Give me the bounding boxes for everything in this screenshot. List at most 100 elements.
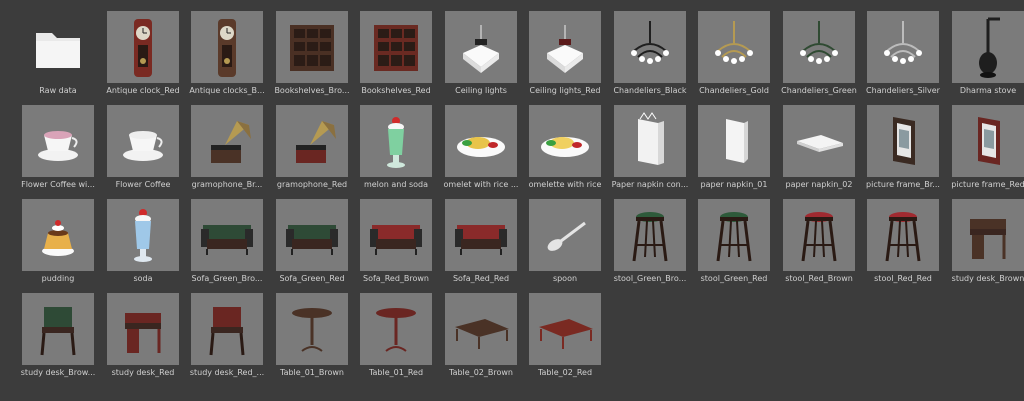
asset-thumbnail[interactable]: [614, 11, 686, 83]
asset-thumbnail[interactable]: [698, 199, 770, 271]
stool-icon: [867, 199, 939, 271]
asset-item[interactable]: stool_Green_Bro...: [612, 199, 694, 289]
asset-thumbnail[interactable]: [445, 11, 517, 83]
asset-item[interactable]: gramophone_Red: [274, 105, 356, 195]
asset-thumbnail[interactable]: [445, 105, 517, 177]
asset-thumbnail[interactable]: [952, 105, 1024, 177]
asset-item[interactable]: Sofa_Green_Red: [274, 199, 356, 289]
asset-label: picture frame_Red: [951, 180, 1024, 189]
asset-item[interactable]: Bookshelves_Bro...: [274, 11, 356, 101]
asset-item[interactable]: stool_Red_Red: [865, 199, 947, 289]
asset-item[interactable]: omelette with rice: [527, 105, 609, 195]
asset-item[interactable]: Chandeliers_Gold: [696, 11, 778, 101]
asset-item[interactable]: study desk_Brown: [950, 199, 1024, 289]
asset-item[interactable]: spoon: [527, 199, 609, 289]
asset-thumbnail[interactable]: [191, 11, 263, 83]
asset-item[interactable]: Antique clock_Red: [105, 11, 187, 101]
asset-thumbnail[interactable]: [445, 293, 517, 365]
asset-thumbnail[interactable]: [107, 105, 179, 177]
asset-thumbnail[interactable]: [107, 11, 179, 83]
asset-item[interactable]: stool_Green_Red: [696, 199, 778, 289]
asset-item[interactable]: paper napkin_01: [696, 105, 778, 195]
asset-thumbnail[interactable]: [276, 105, 348, 177]
asset-item[interactable]: Paper napkin con...: [612, 105, 694, 195]
asset-thumbnail[interactable]: [698, 11, 770, 83]
asset-item[interactable]: Flower Coffee wi...: [20, 105, 102, 195]
sofa-icon: [445, 199, 517, 271]
asset-thumbnail[interactable]: [783, 11, 855, 83]
asset-thumbnail[interactable]: [276, 11, 348, 83]
asset-item[interactable]: Sofa_Green_Bro...: [189, 199, 271, 289]
asset-thumbnail[interactable]: [529, 11, 601, 83]
asset-item[interactable]: Sofa_Red_Brown: [358, 199, 440, 289]
asset-item[interactable]: study desk_Red_...: [189, 293, 271, 383]
asset-thumbnail[interactable]: [445, 199, 517, 271]
asset-item[interactable]: picture frame_Br...: [865, 105, 947, 195]
asset-thumbnail[interactable]: [783, 199, 855, 271]
asset-thumbnail[interactable]: [191, 199, 263, 271]
asset-thumbnail[interactable]: [614, 199, 686, 271]
asset-item[interactable]: Bookshelves_Red: [358, 11, 440, 101]
asset-item[interactable]: stool_Red_Brown: [781, 199, 863, 289]
asset-item[interactable]: Table_02_Red: [527, 293, 609, 383]
asset-grid: Raw data Antique clock_Red Antique clocks_…: [0, 0, 1024, 401]
asset-thumbnail[interactable]: [276, 293, 348, 365]
asset-thumbnail[interactable]: [276, 199, 348, 271]
asset-item[interactable]: melon and soda: [358, 105, 440, 195]
asset-thumbnail[interactable]: [698, 105, 770, 177]
asset-item[interactable]: study desk_Brow...: [20, 293, 102, 383]
asset-item[interactable]: Chandeliers_Silver: [865, 11, 947, 101]
asset-item[interactable]: Chandeliers_Black: [612, 11, 694, 101]
asset-thumbnail[interactable]: [22, 105, 94, 177]
asset-thumbnail[interactable]: [22, 293, 94, 365]
asset-item[interactable]: omelet with rice ...: [443, 105, 525, 195]
asset-thumbnail[interactable]: [614, 105, 686, 177]
asset-label: Ceiling lights_Red: [529, 86, 601, 95]
asset-item[interactable]: Ceiling lights_Red: [527, 11, 609, 101]
asset-item[interactable]: Table_01_Red: [358, 293, 440, 383]
asset-thumbnail[interactable]: [191, 105, 263, 177]
asset-item[interactable]: pudding: [20, 199, 102, 289]
asset-item[interactable]: Sofa_Red_Red: [443, 199, 525, 289]
antique-clock-icon: [191, 11, 263, 83]
asset-item[interactable]: soda: [105, 199, 187, 289]
asset-thumbnail[interactable]: [783, 105, 855, 177]
asset-item[interactable]: Dharma stove: [950, 11, 1024, 101]
asset-label: Paper napkin con...: [611, 180, 689, 189]
asset-thumbnail[interactable]: [22, 11, 94, 83]
asset-thumbnail[interactable]: [867, 105, 939, 177]
asset-thumbnail[interactable]: [360, 11, 432, 83]
asset-thumbnail[interactable]: [107, 293, 179, 365]
melon-soda-icon: [360, 105, 432, 177]
asset-thumbnail[interactable]: [867, 11, 939, 83]
asset-thumbnail[interactable]: [867, 199, 939, 271]
folder-item[interactable]: Raw data: [20, 11, 102, 101]
asset-thumbnail[interactable]: [360, 293, 432, 365]
asset-item[interactable]: Chandeliers_Green: [781, 11, 863, 101]
asset-thumbnail[interactable]: [952, 11, 1024, 83]
asset-item[interactable]: picture frame_Red: [950, 105, 1024, 195]
asset-item[interactable]: Ceiling lights: [443, 11, 525, 101]
asset-label: Table_02_Red: [537, 368, 593, 377]
asset-label: Ceiling lights: [455, 86, 507, 95]
asset-item[interactable]: Table_02_Brown: [443, 293, 525, 383]
asset-item[interactable]: Table_01_Brown: [274, 293, 356, 383]
asset-thumbnail[interactable]: [529, 199, 601, 271]
asset-label: Table_01_Brown: [280, 368, 344, 377]
asset-label: melon and soda: [363, 180, 429, 189]
asset-item[interactable]: Antique clocks_B...: [189, 11, 271, 101]
chandelier-icon: [698, 11, 770, 83]
asset-thumbnail[interactable]: [952, 199, 1024, 271]
asset-item[interactable]: study desk_Red: [105, 293, 187, 383]
ceiling-light-icon: [445, 11, 517, 83]
asset-thumbnail[interactable]: [529, 105, 601, 177]
asset-thumbnail[interactable]: [360, 105, 432, 177]
asset-thumbnail[interactable]: [22, 199, 94, 271]
asset-thumbnail[interactable]: [360, 199, 432, 271]
asset-item[interactable]: gramophone_Br...: [189, 105, 271, 195]
asset-item[interactable]: Flower Coffee: [105, 105, 187, 195]
asset-thumbnail[interactable]: [529, 293, 601, 365]
asset-thumbnail[interactable]: [191, 293, 263, 365]
asset-item[interactable]: paper napkin_02: [781, 105, 863, 195]
asset-thumbnail[interactable]: [107, 199, 179, 271]
